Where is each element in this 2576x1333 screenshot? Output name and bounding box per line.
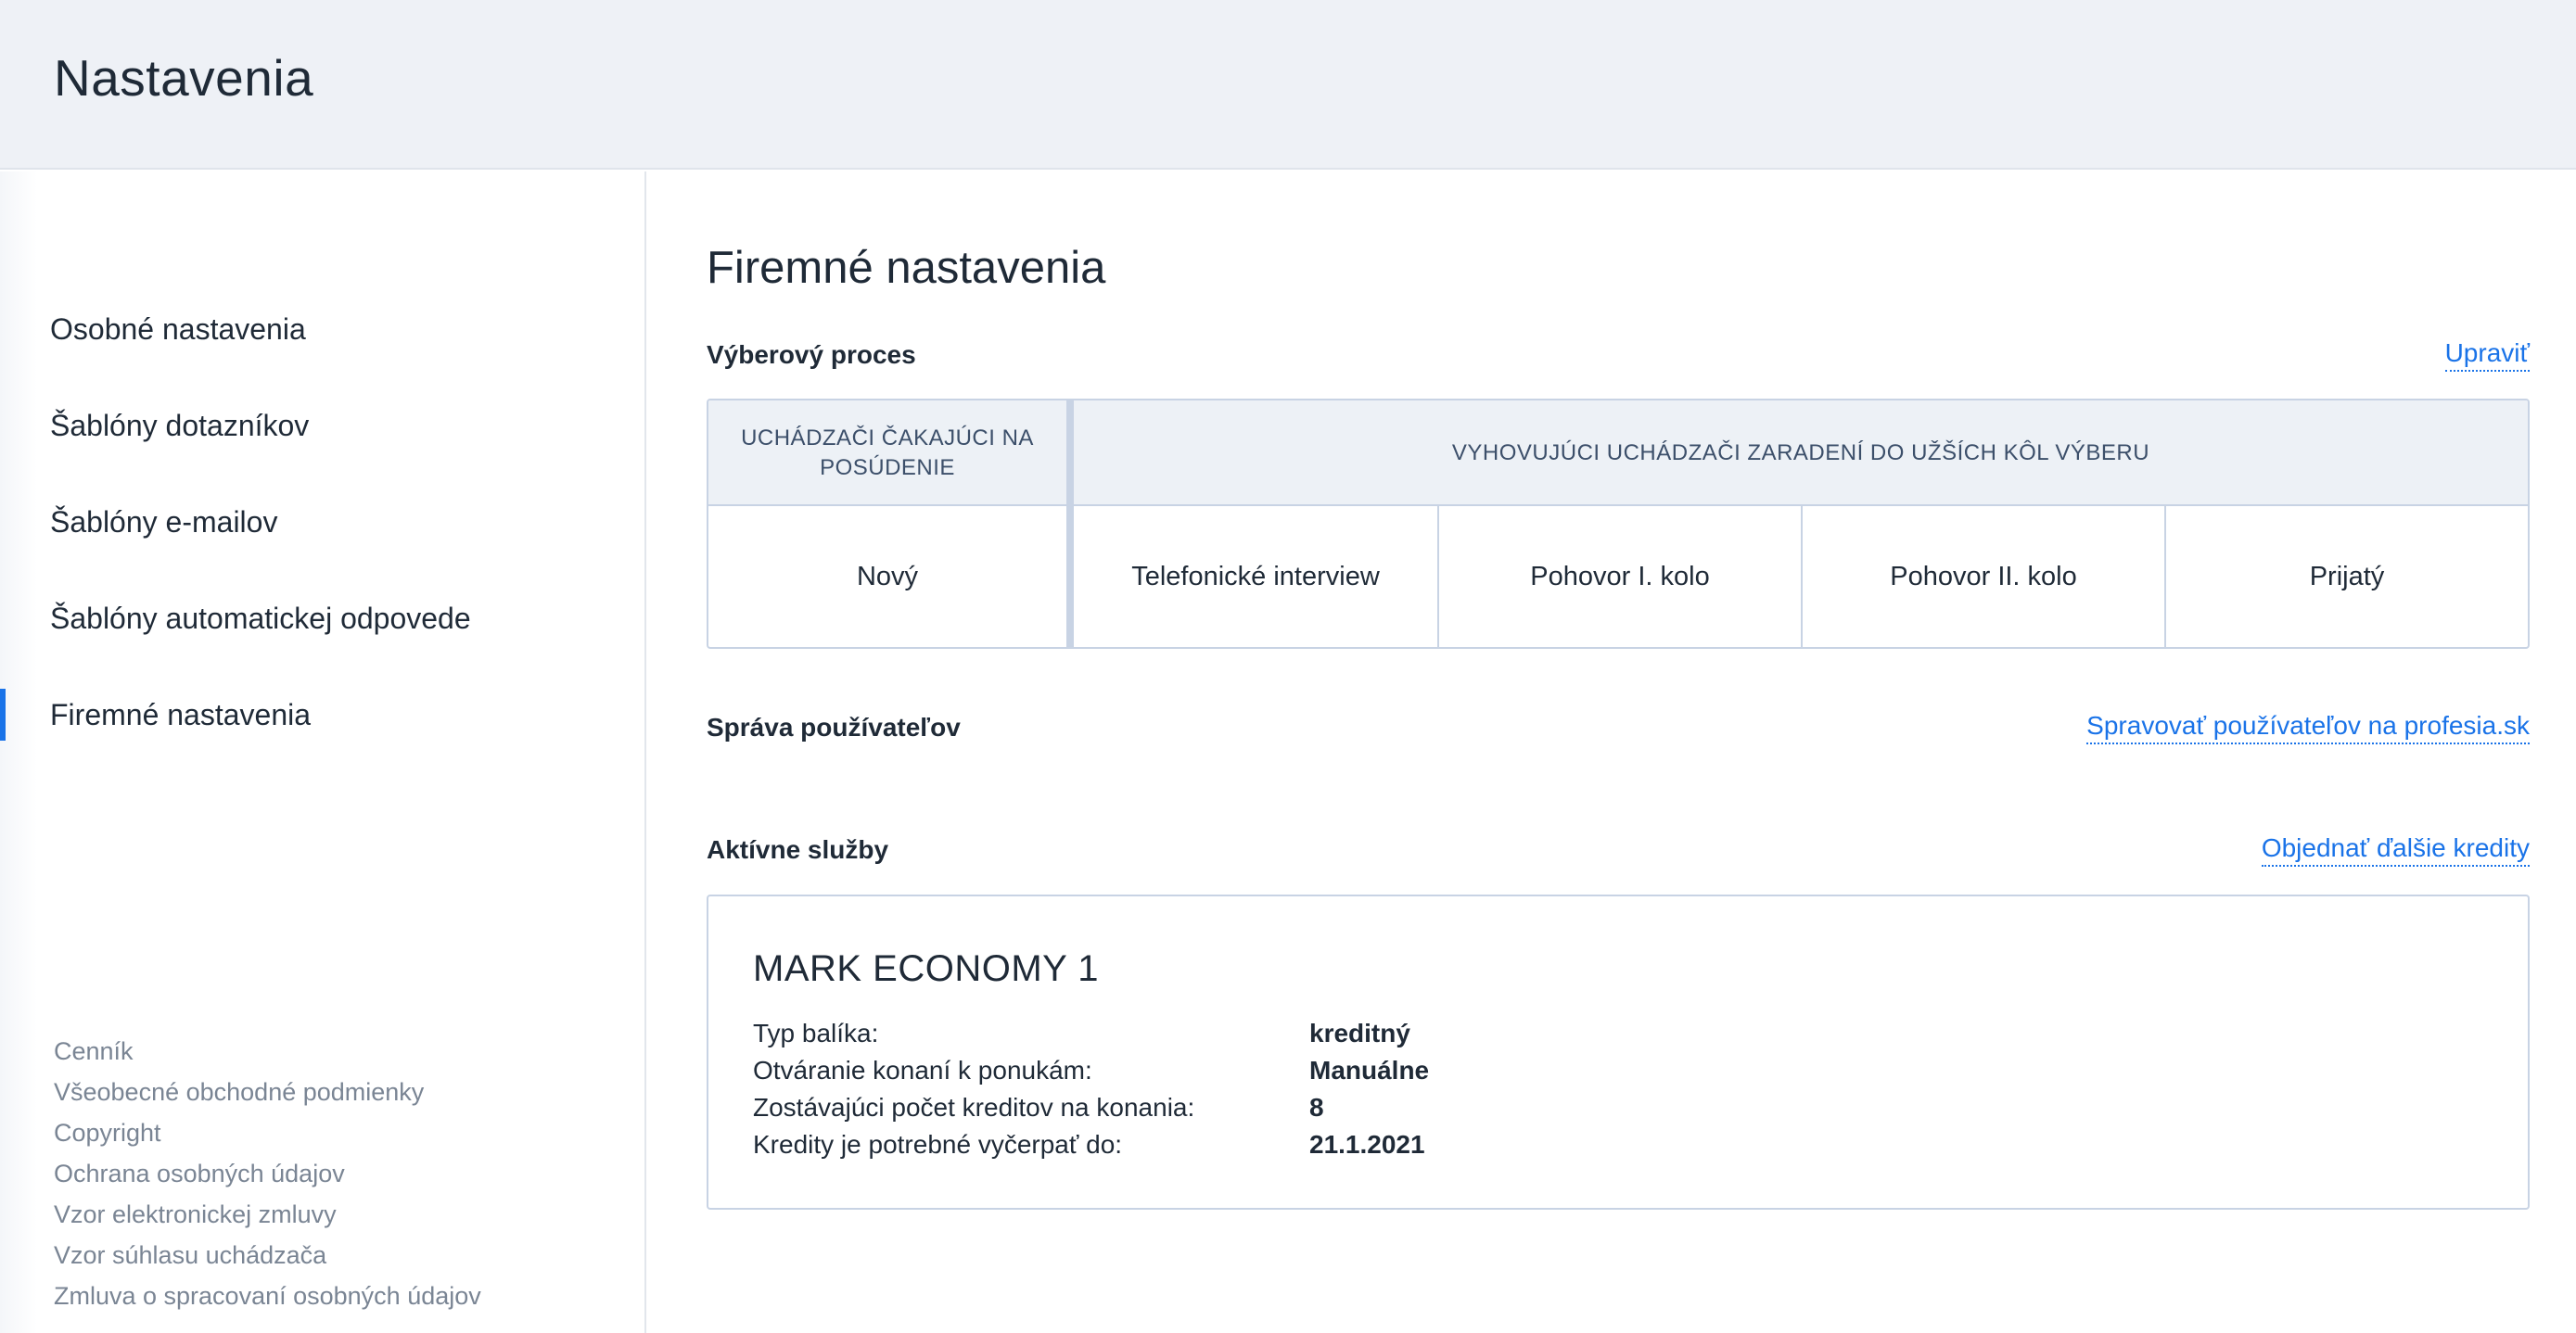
page-title: Nastavenia [54,49,314,107]
order-credits-link[interactable]: Objednať ďalšie kredity [2261,833,2530,867]
sidebar-item-company-settings[interactable]: Firemné nastavenia [0,678,644,774]
footer-link-contract-template[interactable]: Vzor elektronickej zmluvy [54,1194,481,1235]
service-row-value: Manuálne [1309,1056,1430,1085]
page-header: Nastavenia [0,0,2576,170]
stage-interview-round-1: Pohovor I. kolo [1437,506,1801,647]
manage-users-link[interactable]: Spravovať používateľov na profesia.sk [2086,711,2530,744]
service-row-value: 8 [1309,1093,1324,1122]
section-title: Firemné nastavenia [707,243,1106,293]
footer-link-privacy[interactable]: Ochrana osobných údajov [54,1153,481,1194]
sidebar-footer-links: Cenník Všeobecné obchodné podmienky Copy… [54,1031,481,1316]
user-management-label: Správa používateľov [707,713,961,742]
header-waiting-candidates: UCHÁDZAČI ČAKAJÚCI NA POSÚDENIE [741,425,1034,480]
service-card: MARK ECONOMY 1 Typ balíka: kreditný Otvá… [707,895,2530,1210]
selection-process-table: UCHÁDZAČI ČAKAJÚCI NA POSÚDENIE VYHOVUJÚ… [707,399,2530,649]
sidebar-nav: Osobné nastavenia Šablóny dotazníkov Šab… [0,292,644,774]
footer-link-pricing[interactable]: Cenník [54,1031,481,1072]
stage-hired: Prijatý [2164,506,2528,647]
stage-interview-round-2: Pohovor II. kolo [1801,506,2164,647]
sidebar-item-auto-reply-templates[interactable]: Šablóny automatickej odpovede [0,581,644,678]
footer-link-copyright[interactable]: Copyright [54,1112,481,1153]
service-row-value: kreditný [1309,1019,1410,1047]
stage-new: Nový [856,561,919,591]
process-table-header: UCHÁDZAČI ČAKAJÚCI NA POSÚDENIE VYHOVUJÚ… [708,400,2528,506]
stage-phone-interview: Telefonické interview [1131,561,1380,591]
service-row-key: Otváranie konaní k ponukám: [753,1056,1092,1085]
process-table-divider [1066,400,1074,647]
active-services-label: Aktívne služby [707,835,889,864]
footer-link-data-processing[interactable]: Zmluva o spracovaní osobných údajov [54,1276,481,1316]
process-stages-row: Nový Telefonické interview Pohovor I. ko… [708,506,2528,647]
service-row-value: 21.1.2021 [1309,1130,1425,1159]
service-row-remaining-credits: Zostávajúci počet kreditov na konania: 8 [753,1093,2422,1130]
service-row-key: Zostávajúci počet kreditov na konania: [753,1093,1195,1122]
sidebar-item-questionnaire-templates[interactable]: Šablóny dotazníkov [0,388,644,485]
service-name: MARK ECONOMY 1 [753,948,1099,989]
footer-link-terms[interactable]: Všeobecné obchodné podmienky [54,1072,481,1112]
sidebar-item-personal-settings[interactable]: Osobné nastavenia [0,292,644,388]
service-row-key: Kredity je potrebné vyčerpať do: [753,1130,1123,1159]
service-row-key: Typ balíka: [753,1019,879,1047]
sidebar-item-email-templates[interactable]: Šablóny e-mailov [0,485,644,581]
service-row-expiry-date: Kredity je potrebné vyčerpať do: 21.1.20… [753,1130,2422,1167]
service-row-opening-mode: Otváranie konaní k ponukám: Manuálne [753,1056,2422,1093]
edit-process-link[interactable]: Upraviť [2444,338,2530,372]
selection-process-label: Výberový proces [707,340,916,369]
header-shortlisted-candidates: VYHOVUJÚCI UCHÁDZAČI ZARADENÍ DO UŽŠÍCH … [1451,440,2150,465]
service-row-package-type: Typ balíka: kreditný [753,1019,2422,1056]
sidebar: Osobné nastavenia Šablóny dotazníkov Šab… [0,171,646,1333]
footer-link-consent-template[interactable]: Vzor súhlasu uchádzača [54,1235,481,1276]
